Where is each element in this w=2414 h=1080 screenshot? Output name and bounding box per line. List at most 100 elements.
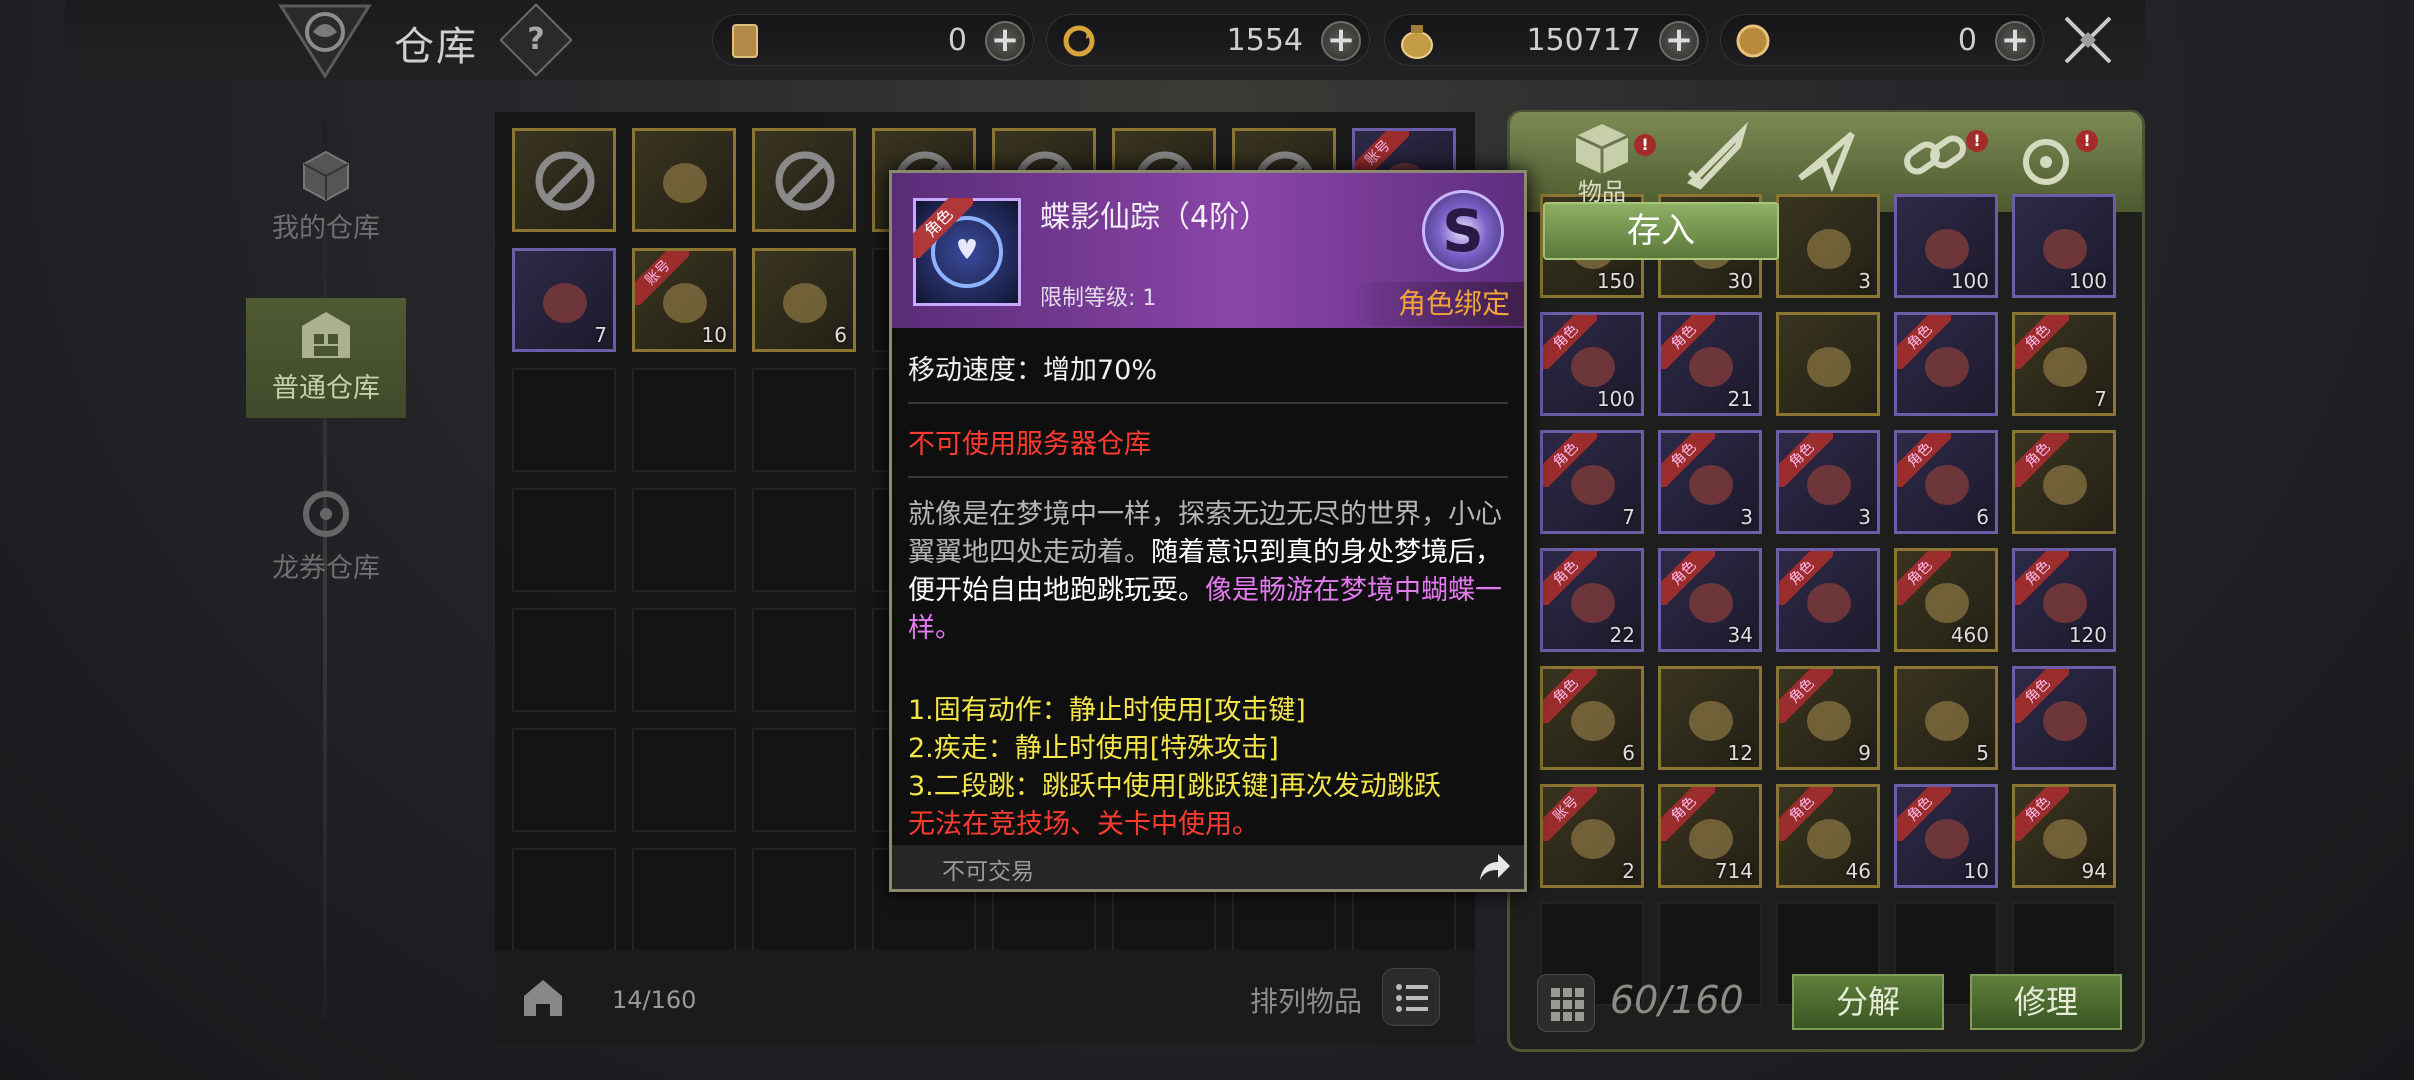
bag-slot[interactable]: 角色 21 <box>1658 312 1762 416</box>
item-count: 5 <box>1976 741 1989 765</box>
tab-equipment[interactable] <box>1786 118 1866 198</box>
item-count: 2 <box>1622 859 1635 883</box>
item-count: 120 <box>2068 623 2107 647</box>
bind-tag: 角色 <box>1779 551 1833 605</box>
empty-slot[interactable] <box>632 608 736 712</box>
bag-slot[interactable]: 角色 6 <box>1894 430 1998 534</box>
grid-icon[interactable] <box>1537 974 1595 1032</box>
tab-special[interactable]: ! <box>2006 118 2098 198</box>
empty-slot[interactable] <box>512 488 616 592</box>
bag-slot[interactable]: 账号 2 <box>1540 784 1644 888</box>
bag-slot[interactable]: 5 <box>1894 666 1998 770</box>
bag-slot[interactable] <box>1776 312 1880 416</box>
butterfly-mount-icon: 角色 <box>913 198 1021 306</box>
item-count: 100 <box>2068 269 2107 293</box>
empty-slot[interactable] <box>752 488 856 592</box>
bag-slot[interactable]: 角色 9 <box>1776 666 1880 770</box>
bag-slot[interactable]: 角色 100 <box>1540 312 1644 416</box>
bag-slot[interactable]: 12 <box>1658 666 1762 770</box>
item-count: 100 <box>1596 387 1635 411</box>
empty-slot[interactable] <box>752 848 856 952</box>
bind-tag: 角色 <box>2015 669 2069 723</box>
sort-items-button[interactable] <box>1382 968 1440 1026</box>
storage-slot[interactable] <box>512 128 616 232</box>
storage-slot[interactable]: 6 <box>752 248 856 352</box>
add-currency-button[interactable]: + <box>985 21 1025 61</box>
deposit-button[interactable]: 存入 <box>1543 202 1779 260</box>
bag-slot[interactable]: 3 <box>1776 194 1880 298</box>
sort-items-label: 排列物品 <box>1250 985 1363 1018</box>
empty-slot[interactable] <box>512 728 616 832</box>
bag-slot[interactable]: 角色 3 <box>1776 430 1880 534</box>
coin-icon <box>1733 21 1773 61</box>
skill-line: 3.二段跳：跳跃中使用[跳跃键]再次发动跳跃 <box>908 771 1441 802</box>
stat-move-speed: 移动速度：增加70% <box>908 355 1158 386</box>
empty-slot[interactable] <box>632 488 736 592</box>
bag-slot[interactable]: 角色 <box>1776 548 1880 652</box>
nav-item-normal-storage[interactable]: 普通仓库 <box>246 298 406 418</box>
bag-slot[interactable]: 角色 94 <box>2012 784 2116 888</box>
bag-slot[interactable]: 角色 7 <box>1540 430 1644 534</box>
bag-slot[interactable]: 角色 7 <box>2012 312 2116 416</box>
nav-item-my-storage[interactable]: 我的仓库 <box>246 138 406 258</box>
bag-slot[interactable]: 角色 34 <box>1658 548 1762 652</box>
empty-slot[interactable] <box>632 728 736 832</box>
warning-text: 不可使用服务器仓库 <box>908 429 1151 460</box>
bind-tag: 角色 <box>1897 787 1951 841</box>
decompose-button[interactable]: 分解 <box>1792 974 1944 1030</box>
close-icon[interactable] <box>2058 10 2118 70</box>
cycle-coin-icon <box>1059 21 1099 61</box>
item-icon <box>1797 333 1861 397</box>
add-currency-button[interactable]: + <box>1321 21 1361 61</box>
bag-slot[interactable]: 100 <box>1894 194 1998 298</box>
empty-slot[interactable] <box>512 608 616 712</box>
repair-button[interactable]: 修理 <box>1970 974 2122 1030</box>
empty-slot[interactable] <box>752 728 856 832</box>
add-currency-button[interactable]: + <box>1995 21 2035 61</box>
skill-line: 2.疾走：静止时使用[特殊攻击] <box>908 733 1279 764</box>
empty-slot[interactable] <box>512 848 616 952</box>
box-icon <box>298 146 354 202</box>
storage-slot[interactable] <box>632 128 736 232</box>
bind-tag: 角色 <box>1661 787 1715 841</box>
empty-slot[interactable] <box>752 608 856 712</box>
bag-slot[interactable]: 角色 <box>2012 666 2116 770</box>
list-icon <box>1396 984 1428 1012</box>
storage-slot[interactable]: 账号 10 <box>632 248 736 352</box>
bag-slot[interactable]: 角色 <box>1894 312 1998 416</box>
bag-slot[interactable]: 角色 46 <box>1776 784 1880 888</box>
add-currency-button[interactable]: + <box>1659 21 1699 61</box>
creature-icon <box>773 269 837 333</box>
empty-slot[interactable] <box>752 368 856 472</box>
bind-tag: 角色 <box>1543 433 1597 487</box>
tab-weapons[interactable] <box>1676 118 1756 198</box>
bag-slot[interactable]: 角色 <box>2012 430 2116 534</box>
item-count: 21 <box>1727 387 1753 411</box>
item-count: 30 <box>1727 269 1753 293</box>
bag-slot[interactable]: 角色 6 <box>1540 666 1644 770</box>
empty-slot[interactable] <box>632 848 736 952</box>
storage-slot[interactable] <box>752 128 856 232</box>
level-requirement: 限制等级: 1 <box>1040 286 1157 311</box>
bag-slot[interactable]: 角色 10 <box>1894 784 1998 888</box>
storage-slot[interactable]: 7 <box>512 248 616 352</box>
bag-slot[interactable]: 角色 22 <box>1540 548 1644 652</box>
sword-icon <box>1686 121 1749 190</box>
bag-slot[interactable]: 100 <box>2012 194 2116 298</box>
currency-card: 0 + <box>712 14 1034 66</box>
bag-slot[interactable]: 角色 460 <box>1894 548 1998 652</box>
tab-accessories[interactable]: ! <box>1896 118 1988 198</box>
empty-slot[interactable] <box>632 368 736 472</box>
home-icon[interactable] <box>518 972 568 1022</box>
empty-slot[interactable] <box>512 368 616 472</box>
horn-icon <box>533 269 597 333</box>
share-icon[interactable] <box>1476 850 1512 884</box>
nav-item-dragon-token-storage[interactable]: 龙券仓库 <box>246 478 406 598</box>
item-count: 12 <box>1727 741 1753 765</box>
bag-slot[interactable]: 角色 714 <box>1658 784 1762 888</box>
bind-tag: 角色 <box>1543 315 1597 369</box>
bind-tag: 角色 <box>1779 433 1833 487</box>
item-count: 34 <box>1727 623 1753 647</box>
bag-slot[interactable]: 角色 120 <box>2012 548 2116 652</box>
bag-slot[interactable]: 角色 3 <box>1658 430 1762 534</box>
